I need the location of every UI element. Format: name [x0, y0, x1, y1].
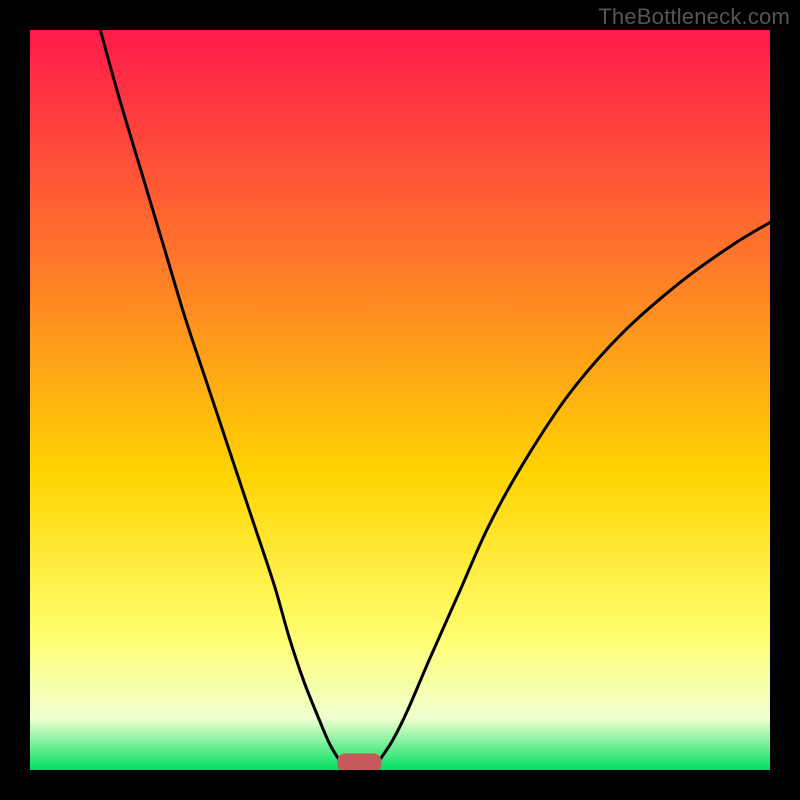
- chart-frame: TheBottleneck.com: [0, 0, 800, 800]
- watermark-text: TheBottleneck.com: [598, 4, 790, 30]
- gradient-background: [30, 30, 770, 770]
- plot-area: [30, 30, 770, 770]
- bottleneck-marker: [337, 753, 381, 770]
- chart-svg: [30, 30, 770, 770]
